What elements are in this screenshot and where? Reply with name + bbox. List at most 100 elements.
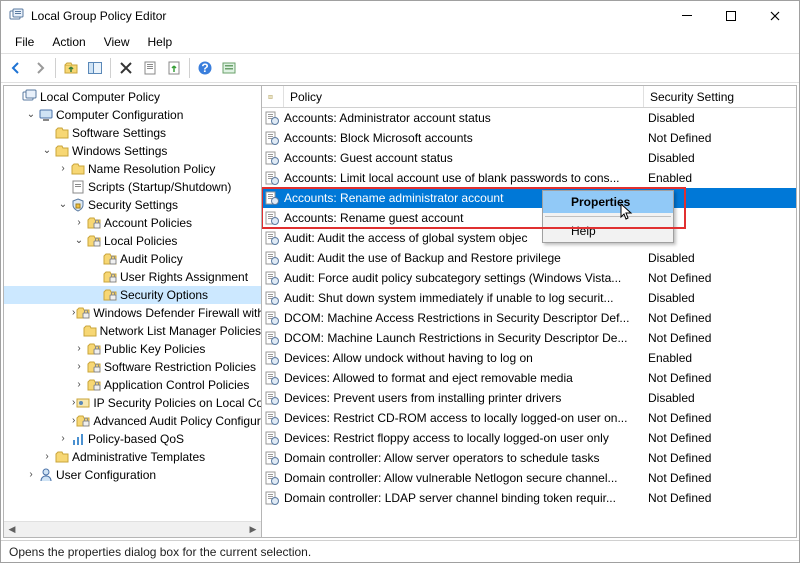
context-menu: Properties Help (542, 190, 674, 243)
ctx-help[interactable]: Help (543, 220, 673, 242)
tree-item-label: Security Settings (88, 196, 178, 214)
expand-icon[interactable]: › (56, 160, 70, 178)
help-button[interactable]: ? (194, 57, 216, 79)
tree-item[interactable]: ⌄Windows Settings (4, 142, 261, 160)
tree-item[interactable]: ›User Configuration (4, 466, 261, 484)
list-row[interactable]: Accounts: Guest account statusDisabled (262, 148, 796, 168)
filter-button[interactable] (218, 57, 240, 79)
policy-tree[interactable]: Local Computer Policy⌄Computer Configura… (4, 86, 261, 521)
locked-folder-icon (102, 287, 118, 303)
tree-item[interactable]: User Rights Assignment (4, 268, 261, 286)
list-row[interactable]: Audit: Shut down system immediately if u… (262, 288, 796, 308)
window-title: Local Group Policy Editor (31, 9, 665, 23)
list-row[interactable]: Devices: Allowed to format and eject rem… (262, 368, 796, 388)
maximize-button[interactable] (709, 1, 753, 31)
menu-file[interactable]: File (7, 33, 42, 51)
tree-item[interactable]: ›Account Policies (4, 214, 261, 232)
list-row[interactable]: Devices: Allow undock without having to … (262, 348, 796, 368)
export-button[interactable] (163, 57, 185, 79)
menu-view[interactable]: View (96, 33, 138, 51)
tree-item[interactable]: Scripts (Startup/Shutdown) (4, 178, 261, 196)
policy-setting: Not Defined (644, 468, 784, 488)
policy-icon (264, 230, 280, 246)
policy-icon (264, 210, 280, 226)
list-row[interactable]: DCOM: Machine Launch Restrictions in Sec… (262, 328, 796, 348)
list-row[interactable]: DCOM: Machine Access Restrictions in Sec… (262, 308, 796, 328)
header-icon-col[interactable] (262, 86, 284, 107)
forward-button[interactable] (29, 57, 51, 79)
policy-setting: Not Defined (644, 268, 784, 288)
tree-item[interactable]: ›IP Security Policies on Local Computer (4, 394, 261, 412)
tree-item[interactable]: Local Computer Policy (4, 88, 261, 106)
policy-name: Devices: Restrict CD-ROM access to local… (284, 408, 644, 428)
tree-item[interactable]: ›Name Resolution Policy (4, 160, 261, 178)
list-row[interactable]: Accounts: Administrator account statusDi… (262, 108, 796, 128)
tree-item[interactable]: ›Policy-based QoS (4, 430, 261, 448)
expand-icon[interactable]: › (24, 466, 38, 484)
security-icon (70, 197, 86, 213)
tree-item[interactable]: ›Software Restriction Policies (4, 358, 261, 376)
list-header: Policy Security Setting (262, 86, 796, 108)
tree-item[interactable]: ›Administrative Templates (4, 448, 261, 466)
expand-icon[interactable]: › (40, 448, 54, 466)
expand-icon[interactable]: › (72, 340, 86, 358)
folder-icon (54, 143, 70, 159)
list-row[interactable]: Accounts: Rename administrator accountat… (262, 188, 796, 208)
tree-item[interactable]: Software Settings (4, 124, 261, 142)
list-row[interactable]: Accounts: Limit local account use of bla… (262, 168, 796, 188)
list-row[interactable]: Devices: Restrict CD-ROM access to local… (262, 408, 796, 428)
collapse-icon[interactable]: ⌄ (72, 232, 86, 250)
tree-item[interactable]: ⌄Local Policies (4, 232, 261, 250)
list-row[interactable]: Devices: Prevent users from installing p… (262, 388, 796, 408)
expand-icon[interactable]: › (56, 430, 70, 448)
list-row[interactable]: Accounts: Rename guest account (262, 208, 796, 228)
list-row[interactable]: Domain controller: Allow vulnerable Netl… (262, 468, 796, 488)
expand-icon[interactable]: › (72, 376, 86, 394)
tree-item[interactable]: Security Options (4, 286, 261, 304)
policy-icon (264, 130, 280, 146)
tree-item[interactable]: ›Windows Defender Firewall with Advanced… (4, 304, 261, 322)
tree-item-label: Network List Manager Policies (100, 322, 261, 340)
collapse-icon[interactable]: ⌄ (24, 106, 38, 124)
tree-hscroll[interactable]: ◀▶ (4, 521, 261, 537)
policy-list[interactable]: Properties Help Accounts: Administrator … (262, 108, 796, 537)
locked-folder-icon (86, 377, 102, 393)
expand-icon[interactable]: › (72, 214, 86, 232)
list-row[interactable]: Domain controller: LDAP server channel b… (262, 488, 796, 508)
policy-name: Domain controller: Allow vulnerable Netl… (284, 468, 644, 488)
menu-action[interactable]: Action (44, 33, 93, 51)
back-button[interactable] (5, 57, 27, 79)
collapse-icon[interactable]: ⌄ (40, 142, 54, 160)
list-row[interactable]: Audit: Audit the access of global system… (262, 228, 796, 248)
delete-button[interactable] (115, 57, 137, 79)
tree-item[interactable]: ›Public Key Policies (4, 340, 261, 358)
tree-item-label: User Rights Assignment (120, 268, 248, 286)
tree-item[interactable]: ⌄ Security Settings (4, 196, 261, 214)
tree-item[interactable]: Audit Policy (4, 250, 261, 268)
tree-item[interactable]: ⌄Computer Configuration (4, 106, 261, 124)
toolbar-sep (189, 58, 190, 78)
header-policy[interactable]: Policy (284, 86, 644, 107)
list-row[interactable]: Devices: Restrict floppy access to local… (262, 428, 796, 448)
expand-icon[interactable]: › (72, 358, 86, 376)
show-hide-tree-button[interactable] (84, 57, 106, 79)
tree-item[interactable]: ›Advanced Audit Policy Configuration (4, 412, 261, 430)
tree-item[interactable]: ›Application Control Policies (4, 376, 261, 394)
minimize-button[interactable] (665, 1, 709, 31)
collapse-icon[interactable]: ⌄ (56, 196, 70, 214)
tree-item-label: Scripts (Startup/Shutdown) (88, 178, 231, 196)
list-row[interactable]: Audit: Audit the use of Backup and Resto… (262, 248, 796, 268)
close-button[interactable] (753, 1, 797, 31)
svg-text:?: ? (201, 61, 208, 75)
list-row[interactable]: Domain controller: Allow server operator… (262, 448, 796, 468)
list-row[interactable]: Audit: Force audit policy subcategory se… (262, 268, 796, 288)
locked-folder-icon (86, 215, 102, 231)
tree-item[interactable]: Network List Manager Policies (4, 322, 261, 340)
properties-button[interactable] (139, 57, 161, 79)
menu-help[interactable]: Help (140, 33, 181, 51)
list-row[interactable]: Accounts: Block Microsoft accountsNot De… (262, 128, 796, 148)
ctx-properties[interactable]: Properties (543, 191, 673, 213)
up-button[interactable] (60, 57, 82, 79)
header-setting[interactable]: Security Setting (644, 86, 796, 107)
policy-icon (264, 250, 280, 266)
